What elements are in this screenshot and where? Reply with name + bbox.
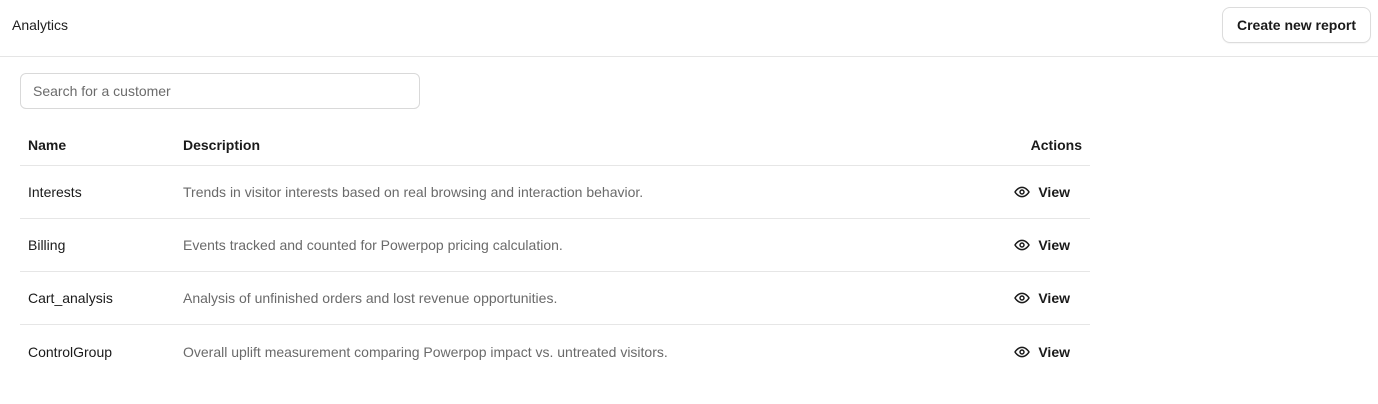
eye-icon — [1014, 186, 1031, 198]
table-row: Billing Events tracked and counted for P… — [20, 219, 1090, 272]
view-label: View — [1038, 184, 1070, 200]
column-header-actions: Actions — [1030, 137, 1082, 153]
search-input[interactable] — [20, 73, 420, 109]
row-name: Cart_analysis — [28, 290, 113, 306]
row-description: Trends in visitor interests based on rea… — [183, 184, 644, 200]
table-row: ControlGroup Overall uplift measurement … — [20, 325, 1090, 378]
reports-table: Name Description Actions Interests Trend… — [20, 125, 1090, 378]
column-header-description: Description — [183, 137, 261, 153]
view-label: View — [1038, 237, 1070, 253]
create-new-report-button[interactable]: Create new report — [1222, 7, 1371, 43]
view-button[interactable]: View — [1014, 272, 1070, 324]
row-description: Analysis of unfinished orders and lost r… — [183, 290, 558, 306]
table-header: Name Description Actions — [20, 125, 1090, 166]
eye-icon — [1014, 239, 1031, 251]
table-row: Interests Trends in visitor interests ba… — [20, 166, 1090, 219]
page-title: Analytics — [12, 17, 69, 33]
top-bar: Analytics Create new report — [0, 0, 1378, 57]
row-description: Events tracked and counted for Powerpop … — [183, 237, 563, 253]
row-name: Interests — [28, 184, 82, 200]
view-button[interactable]: View — [1014, 166, 1070, 218]
eye-icon — [1014, 346, 1031, 357]
row-name: Billing — [28, 237, 66, 253]
row-description: Overall uplift measurement comparing Pow… — [183, 343, 668, 360]
view-label: View — [1038, 290, 1070, 306]
table-row: Cart_analysis Analysis of unfinished ord… — [20, 272, 1090, 325]
view-button[interactable]: View — [1014, 219, 1070, 271]
column-header-name: Name — [28, 137, 67, 153]
view-label: View — [1038, 343, 1070, 360]
row-name: ControlGroup — [28, 343, 113, 360]
eye-icon — [1014, 292, 1031, 304]
view-button[interactable]: View — [1014, 325, 1070, 378]
